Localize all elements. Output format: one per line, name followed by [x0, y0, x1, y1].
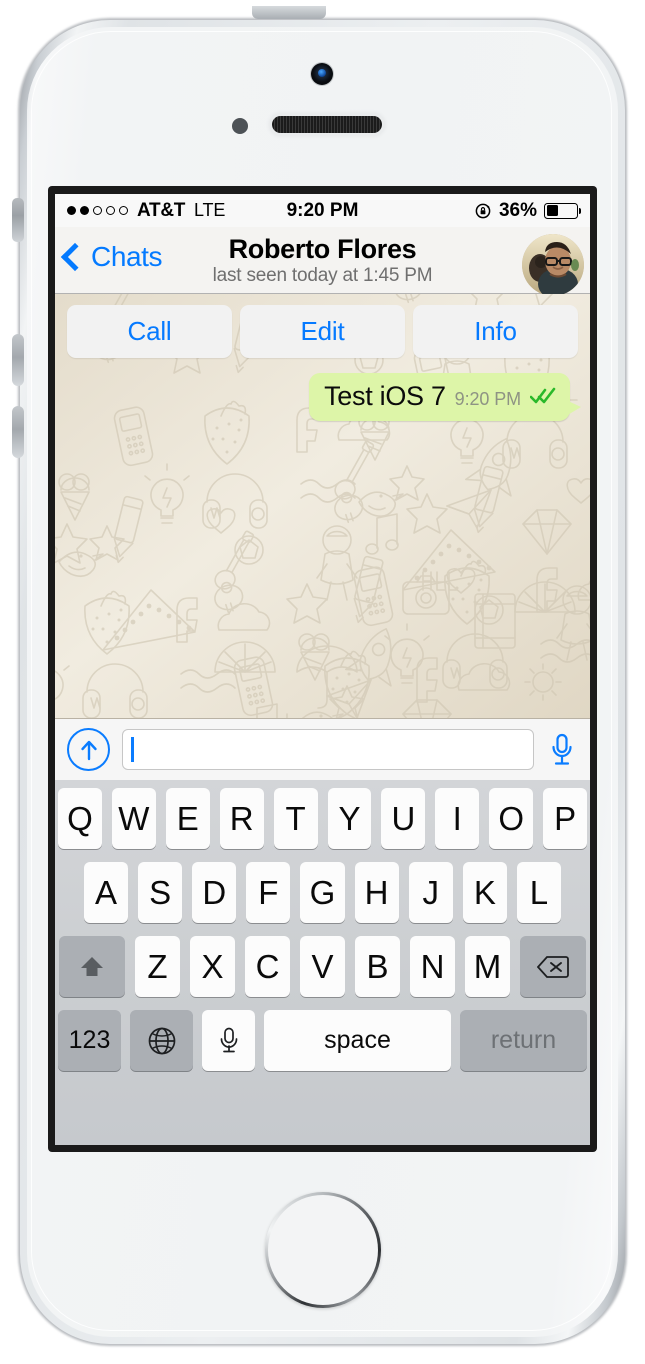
chevron-left-icon: [60, 242, 90, 272]
key-x[interactable]: X: [190, 936, 235, 997]
phone-screen: AT&T LTE 9:20 PM 36% Chats Roberto Flore…: [55, 194, 590, 1145]
screenshot-root: AT&T LTE 9:20 PM 36% Chats Roberto Flore…: [0, 0, 645, 1364]
avatar[interactable]: [522, 234, 584, 296]
key-o[interactable]: O: [489, 788, 534, 849]
status-bar-right: 36%: [475, 199, 581, 222]
key-y[interactable]: Y: [327, 788, 372, 849]
call-button[interactable]: Call: [67, 305, 232, 358]
space-key-label: space: [324, 1026, 391, 1054]
delete-key[interactable]: [520, 936, 586, 997]
edit-button[interactable]: Edit: [240, 305, 405, 358]
key-a[interactable]: A: [84, 862, 129, 923]
key-p[interactable]: P: [543, 788, 588, 849]
key-c[interactable]: C: [245, 936, 290, 997]
edit-button-label: Edit: [300, 316, 345, 346]
back-to-chats-button[interactable]: Chats: [60, 241, 163, 273]
numbers-key[interactable]: 123: [58, 1010, 121, 1071]
globe-key[interactable]: [130, 1010, 193, 1071]
message-bubble-outgoing[interactable]: Test iOS 7 9:20 PM: [309, 373, 581, 421]
return-key-label: return: [490, 1026, 557, 1054]
earpiece-speaker-icon: [272, 116, 382, 133]
key-u[interactable]: U: [381, 788, 426, 849]
on-screen-keyboard: QWERTYUIOP ASDFGHJKL ZXCVBNM 123 space r…: [55, 780, 590, 1145]
chat-conversation-area: Call Edit Info Test iOS 7 9:20 PM: [55, 294, 590, 718]
keyboard-row-3: ZXCVBNM: [58, 936, 587, 997]
status-bar-left: AT&T LTE: [67, 200, 225, 222]
attach-up-arrow-icon[interactable]: [67, 728, 110, 771]
status-bar: AT&T LTE 9:20 PM 36%: [55, 194, 590, 227]
proximity-sensor-icon: [232, 118, 248, 134]
navigation-bar: Chats Roberto Flores last seen today at …: [55, 227, 590, 296]
key-d[interactable]: D: [192, 862, 237, 923]
clock-label: 9:20 PM: [286, 199, 359, 221]
key-h[interactable]: H: [354, 862, 399, 923]
message-list: Test iOS 7 9:20 PM: [55, 373, 590, 421]
key-k[interactable]: K: [462, 862, 507, 923]
message-timestamp: 9:20 PM: [454, 389, 521, 409]
battery-icon: [544, 202, 581, 219]
key-l[interactable]: L: [516, 862, 561, 923]
contact-action-bar: Call Edit Info: [55, 305, 590, 358]
key-g[interactable]: G: [300, 862, 345, 923]
key-v[interactable]: V: [300, 936, 345, 997]
key-j[interactable]: J: [408, 862, 453, 923]
key-w[interactable]: W: [111, 788, 156, 849]
microphone-icon[interactable]: [546, 731, 578, 769]
key-i[interactable]: I: [435, 788, 480, 849]
volume-down-button[interactable]: [12, 406, 24, 458]
shift-key[interactable]: [59, 936, 125, 997]
network-type-label: LTE: [194, 200, 226, 220]
info-button[interactable]: Info: [413, 305, 578, 358]
message-input-field[interactable]: [122, 729, 534, 770]
double-check-icon: [529, 387, 556, 405]
key-z[interactable]: Z: [135, 936, 180, 997]
power-button[interactable]: [252, 6, 326, 19]
keyboard-row-4: 123 space return: [58, 1010, 587, 1071]
key-q[interactable]: Q: [57, 788, 102, 849]
message-input-bar: [55, 718, 590, 780]
back-button-label: Chats: [91, 241, 163, 272]
call-button-label: Call: [127, 316, 172, 346]
dictation-key[interactable]: [202, 1010, 255, 1071]
mute-switch[interactable]: [12, 198, 24, 242]
key-n[interactable]: N: [410, 936, 455, 997]
return-key[interactable]: return: [460, 1010, 587, 1071]
front-camera-icon: [311, 63, 333, 85]
backspace-icon: [537, 955, 569, 978]
numbers-key-label: 123: [68, 1026, 111, 1054]
key-s[interactable]: S: [138, 862, 183, 923]
key-e[interactable]: E: [165, 788, 210, 849]
keyboard-row-2: ASDFGHJKL: [58, 862, 587, 923]
key-r[interactable]: R: [219, 788, 264, 849]
rotation-lock-icon: [475, 202, 492, 219]
home-button[interactable]: [265, 1192, 381, 1308]
keyboard-row-1: QWERTYUIOP: [57, 788, 588, 849]
key-f[interactable]: F: [246, 862, 291, 923]
message-text: Test iOS 7: [324, 381, 446, 411]
shift-icon: [81, 956, 103, 976]
battery-percent-label: 36%: [498, 199, 537, 221]
signal-strength-icon: [67, 206, 128, 215]
info-button-label: Info: [474, 316, 517, 346]
key-m[interactable]: M: [465, 936, 510, 997]
key-t[interactable]: T: [273, 788, 318, 849]
volume-up-button[interactable]: [12, 334, 24, 386]
text-cursor: [131, 737, 134, 762]
microphone-icon: [220, 1027, 237, 1052]
carrier-label: AT&T: [137, 199, 186, 221]
globe-icon: [148, 1027, 175, 1054]
key-b[interactable]: B: [355, 936, 400, 997]
space-key[interactable]: space: [264, 1010, 451, 1071]
